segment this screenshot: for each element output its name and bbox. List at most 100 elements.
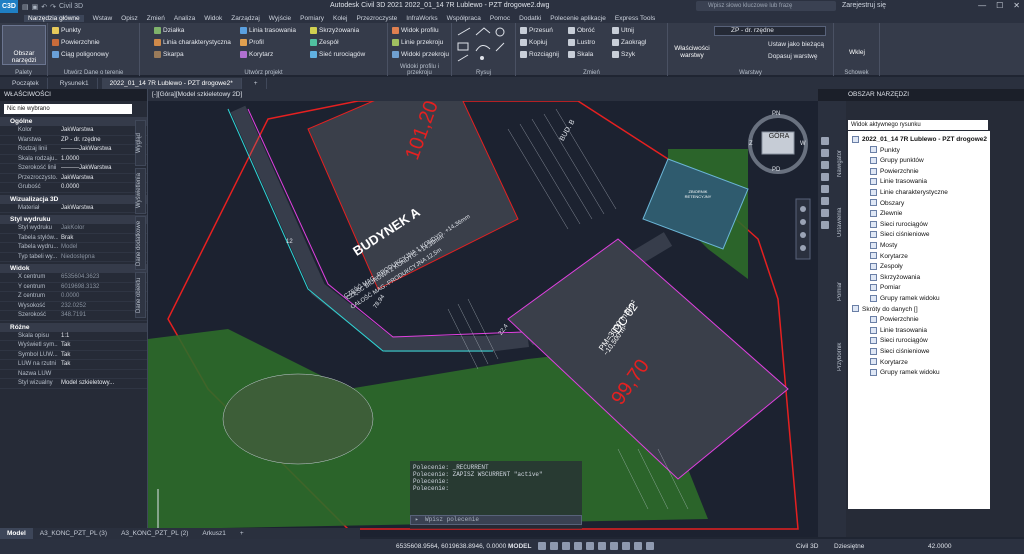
redo-icon[interactable]: ↷ <box>50 3 56 11</box>
property-section-header[interactable]: Styl wydruku <box>0 215 147 224</box>
tab-drawing1[interactable]: Rysunek1 <box>52 78 98 89</box>
property-row[interactable]: Materiał JakWarstwa <box>0 204 147 213</box>
copy-button[interactable]: Kopiuj <box>529 39 547 46</box>
viewcube-north[interactable]: PN <box>772 111 780 117</box>
property-row[interactable]: Skala opisu 1:1 <box>0 332 147 341</box>
ribbon-tab-11[interactable]: InfraWorks <box>406 15 437 22</box>
property-section-header[interactable]: Różne <box>0 322 147 332</box>
tree-node[interactable]: Sieci rurociągów <box>870 336 928 345</box>
corridor-button[interactable]: Korytarz <box>249 51 273 58</box>
trim-button[interactable]: Utnij <box>621 27 634 34</box>
property-row[interactable]: Rodzaj linii ———JakWarstwa <box>0 145 147 155</box>
grading-button[interactable]: Skarpa <box>163 51 184 58</box>
navigation-bar[interactable] <box>795 198 811 260</box>
property-row[interactable]: Typ tabeli wy... Niedostępna <box>0 253 147 262</box>
ribbon-tab-7[interactable]: Wyjście <box>269 15 291 22</box>
tree-node[interactable]: Linie trasowania <box>870 177 927 186</box>
set-current-button[interactable]: Ustaw jako bieżącą <box>768 41 824 48</box>
tab-object-data[interactable]: Dane obiektu <box>135 272 146 318</box>
property-value[interactable]: Brak <box>58 234 147 243</box>
ortho-icon[interactable] <box>562 542 570 550</box>
maximize-button[interactable]: ☐ <box>996 1 1003 10</box>
workspace-icon[interactable] <box>646 542 654 550</box>
surfaces-button[interactable]: Powierzchnie <box>61 39 100 46</box>
close-button[interactable]: ✕ <box>1013 1 1020 10</box>
viewcube-south[interactable]: PD <box>772 167 780 173</box>
tool-icon[interactable] <box>821 161 829 169</box>
ribbon-tab-6[interactable]: Zarządzaj <box>231 15 260 22</box>
new-tab-button[interactable]: + <box>246 78 267 89</box>
grid-icon[interactable] <box>538 542 546 550</box>
annotation-scale[interactable]: 42.0000 <box>928 543 952 550</box>
tool-icon[interactable] <box>821 209 829 217</box>
tool-icon[interactable] <box>821 197 829 205</box>
ribbon-tab-14[interactable]: Dodatki <box>519 15 541 22</box>
move-button[interactable]: Przesuń <box>529 27 553 34</box>
view-selector-dropdown[interactable]: Widok aktywnego rysunku <box>848 120 988 130</box>
ribbon-tab-13[interactable]: Pomoc <box>490 15 510 22</box>
tab-survey[interactable]: Pomiar <box>837 261 845 301</box>
property-value[interactable]: JakWarstwa <box>58 174 147 183</box>
ribbon-tab-5[interactable]: Widok <box>204 15 222 22</box>
ribbon-tab-15[interactable]: Polecenie aplikacje <box>550 15 606 22</box>
tree-node[interactable]: Sieci ciśnieniowe <box>870 347 930 356</box>
undo-icon[interactable]: ↶ <box>41 3 47 11</box>
profile-view-button[interactable]: Widok profilu <box>401 27 439 34</box>
sample-lines-button[interactable]: Linie przekroju <box>401 39 443 46</box>
toolspace-button[interactable]: Obszar narzędzi <box>2 25 46 65</box>
fillet-button[interactable]: Zaokrągl <box>621 39 646 46</box>
tree-node[interactable]: Punkty <box>870 146 900 155</box>
workspace-selector[interactable]: Civil 3D <box>59 3 83 11</box>
tab-settings[interactable]: Ustawienia <box>837 191 845 237</box>
tree-node[interactable]: Grupy ramek widoku <box>870 294 940 303</box>
ribbon-tab-12[interactable]: Współpraca <box>447 15 481 22</box>
ribbon-tab-2[interactable]: Opisz <box>121 15 138 22</box>
tool-icon[interactable] <box>821 221 829 229</box>
property-row[interactable]: Symbol LUW... Tak <box>0 351 147 360</box>
property-row[interactable]: Warstwa ZP - dr. rzędne <box>0 136 147 145</box>
match-layer-button[interactable]: Dopasuj warstwę <box>768 53 818 60</box>
paste-button[interactable]: Wklej <box>840 25 874 65</box>
tree-node[interactable]: Korytarze <box>870 252 908 261</box>
annotation-icon[interactable] <box>634 542 642 550</box>
tab-navigator[interactable]: Nawigator <box>837 131 845 177</box>
save-icon[interactable]: ▣ <box>32 3 39 11</box>
property-value[interactable]: ———JakWarstwa <box>58 145 147 154</box>
property-section-header[interactable]: Wizualizacja 3D <box>0 194 147 204</box>
points-button[interactable]: Punkty <box>61 27 81 34</box>
tree-node[interactable]: Grupy punktów <box>870 156 924 165</box>
intersection-button[interactable]: Skrzyżowania <box>319 27 359 34</box>
viewcube-top-label[interactable]: GÓRA <box>764 133 794 140</box>
draw-tools-icon[interactable] <box>454 25 514 65</box>
layout-tab-0[interactable]: Model <box>0 528 33 539</box>
tree-node[interactable]: Obszary <box>870 199 904 208</box>
property-row[interactable]: Grubość 0.0000 <box>0 183 147 193</box>
ribbon-tab-16[interactable]: Express Tools <box>615 15 655 22</box>
app-logo-icon[interactable]: C3D <box>0 0 18 13</box>
tree-node[interactable]: Skrzyżowania <box>870 273 920 282</box>
coordinates-readout[interactable]: 6535608.9564, 6019638.8946, 0.0000 <box>396 543 506 550</box>
osnap-icon[interactable] <box>586 542 594 550</box>
tree-node[interactable]: Sieci rurociągów <box>870 220 928 229</box>
tree-node[interactable]: Linie charakterystyczne <box>870 188 948 197</box>
command-line-input[interactable]: ▸ Wpisz polecenie <box>410 515 582 525</box>
ribbon-tab-9[interactable]: Kolej <box>333 15 347 22</box>
tree-node[interactable]: Zlewnie <box>870 209 902 218</box>
selection-dropdown[interactable]: Nic nie wybrano <box>4 104 132 114</box>
assembly-button[interactable]: Zespół <box>319 39 339 46</box>
viewport-title[interactable]: [-][Góra][Model szkieletowy 2D] <box>148 89 818 101</box>
sign-in-link[interactable]: Zarejestruj się <box>842 2 886 9</box>
property-row[interactable]: X centrum 6535604.3623 <box>0 273 147 283</box>
model-space-toggle[interactable]: MODEL <box>508 543 531 550</box>
property-section-header[interactable]: Ogólne <box>0 117 147 126</box>
property-value[interactable]: ———JakWarstwa <box>58 164 147 173</box>
property-row[interactable]: Kolor JakWarstwa <box>0 126 147 136</box>
tab-display[interactable]: Wyświetlenia <box>135 168 146 214</box>
ribbon-tab-4[interactable]: Analiza <box>174 15 195 22</box>
layout-tab-2[interactable]: A3_KONC_PZT_PL (2) <box>114 528 195 539</box>
ribbon-tab-1[interactable]: Wstaw <box>93 15 113 22</box>
tree-node[interactable]: Powierzchnie <box>870 315 919 324</box>
property-row[interactable]: Szerokość linii ———JakWarstwa <box>0 164 147 174</box>
layout-tab-3[interactable]: Arkusz1 <box>195 528 232 539</box>
tab-toolbox[interactable]: Przybornik <box>837 321 845 371</box>
